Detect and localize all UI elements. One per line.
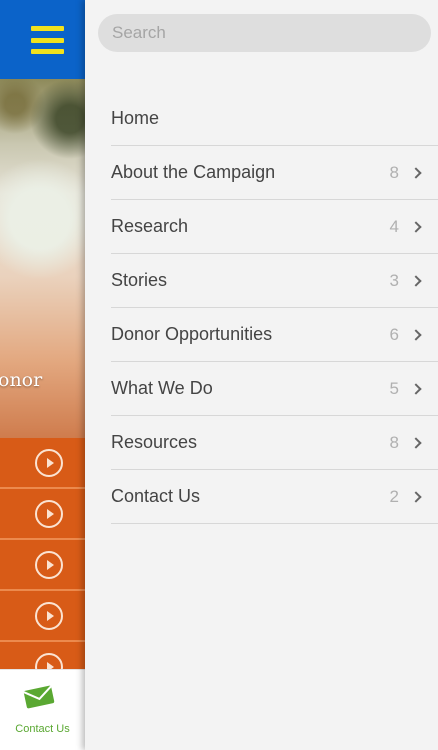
menu-item-research[interactable]: Research 4 — [111, 200, 438, 254]
menu-item-resources[interactable]: Resources 8 — [111, 416, 438, 470]
chevron-right-icon — [410, 328, 422, 341]
chevron-right-icon — [410, 220, 422, 233]
content-row[interactable] — [0, 438, 85, 489]
mail-icon — [23, 685, 55, 709]
menu-item-contact-us[interactable]: Contact Us 2 — [111, 470, 438, 524]
menu-item-label: Contact Us — [111, 486, 201, 506]
play-circle-icon[interactable] — [35, 500, 63, 528]
chevron-right-icon — [410, 382, 422, 395]
play-circle-icon[interactable] — [35, 602, 63, 630]
chevron-right-icon — [410, 166, 422, 179]
chevron-right-icon — [410, 436, 422, 449]
menu-item-what-we-do[interactable]: What We Do 5 — [111, 362, 438, 416]
menu-item-count: 2 — [389, 486, 399, 506]
menu-item-donor-opportunities[interactable]: Donor Opportunities 6 — [111, 308, 438, 362]
hero-caption: onor — [0, 369, 43, 391]
menu-item-count: 3 — [389, 270, 399, 290]
hamburger-menu-icon[interactable] — [31, 26, 64, 54]
drawer-menu: Home About the Campaign 8 Research 4 Sto… — [111, 92, 438, 524]
menu-item-about-the-campaign[interactable]: About the Campaign 8 — [111, 146, 438, 200]
menu-item-count: 5 — [389, 378, 399, 398]
content-list — [0, 438, 85, 693]
contact-us-tab[interactable]: Contact Us — [0, 669, 85, 750]
content-row[interactable] — [0, 591, 85, 642]
menu-item-count: 8 — [389, 432, 399, 452]
menu-item-label: Research — [111, 216, 189, 236]
menu-item-count: 4 — [389, 216, 399, 236]
menu-item-label: Resources — [111, 432, 198, 452]
screen: onor Contact Us Search Home About the Ca… — [0, 0, 438, 750]
contact-us-tab-label: Contact Us — [15, 723, 70, 735]
play-circle-icon[interactable] — [35, 449, 63, 477]
menu-item-label: Donor Opportunities — [111, 324, 273, 344]
navigation-drawer: Home About the Campaign 8 Research 4 Sto… — [85, 0, 438, 750]
menu-item-label: Stories — [111, 270, 168, 290]
menu-item-count: 6 — [389, 324, 399, 344]
menu-item-label: Home — [111, 108, 160, 128]
play-circle-icon[interactable] — [35, 551, 63, 579]
menu-item-count: 8 — [389, 162, 399, 182]
app-main-panel: onor Contact Us — [0, 0, 85, 750]
content-row[interactable] — [0, 540, 85, 591]
menu-item-label: About the Campaign — [111, 162, 276, 182]
menu-item-home[interactable]: Home — [111, 92, 438, 146]
chevron-right-icon — [410, 490, 422, 503]
search-input[interactable] — [98, 14, 431, 52]
content-row[interactable] — [0, 489, 85, 540]
chevron-right-icon — [410, 274, 422, 287]
menu-item-label: What We Do — [111, 378, 213, 398]
hero-image: onor — [0, 79, 85, 438]
menu-item-stories[interactable]: Stories 3 — [111, 254, 438, 308]
app-top-bar — [0, 0, 85, 79]
